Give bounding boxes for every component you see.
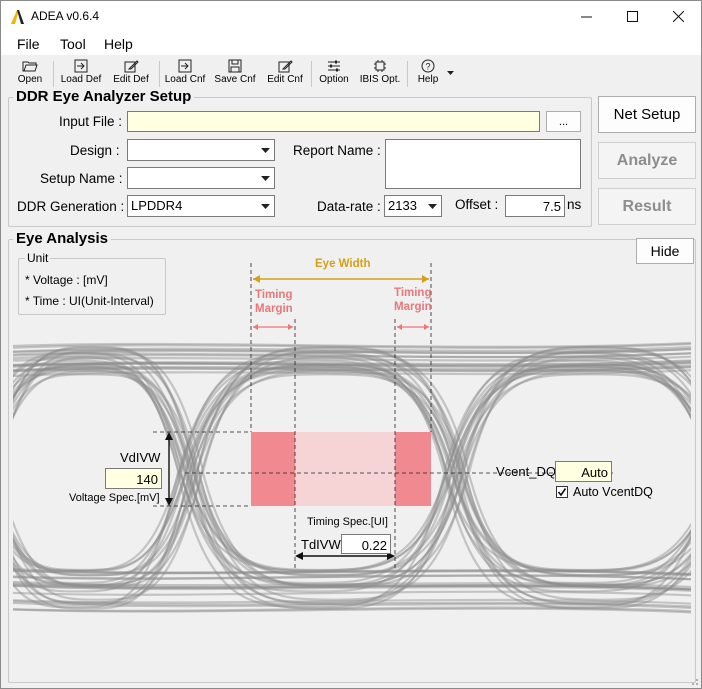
result-button[interactable]: Result	[598, 188, 696, 225]
load-icon	[178, 59, 192, 73]
voltage-spec-label: Voltage Spec.[mV]	[69, 492, 160, 504]
eye-trace	[13, 590, 691, 597]
edit-cnf-button[interactable]: Edit Cnf	[263, 59, 307, 89]
design-label: Design :	[70, 143, 120, 158]
browse-button[interactable]: ...	[546, 111, 581, 132]
ddr-generation-label: DDR Generation :	[17, 199, 125, 214]
title-bar: ADEA v0.6.4	[1, 1, 701, 33]
minimize-button[interactable]	[563, 1, 609, 31]
input-file-label: Input File :	[59, 114, 123, 129]
vcent-dq-label: Vcent_DQ	[496, 464, 556, 479]
toolbar: Open Load Def Edit Def Load Cnf Save Cnf…	[1, 57, 701, 89]
toolbar-separator	[311, 61, 312, 87]
ddr-generation-select[interactable]: LPDDR4	[127, 195, 275, 217]
load-def-button[interactable]: Load Def	[59, 59, 103, 89]
svg-text:?: ?	[425, 62, 430, 72]
toolbar-separator	[407, 61, 408, 87]
design-select[interactable]	[127, 139, 275, 161]
help-icon: ?	[421, 59, 435, 73]
maximize-button[interactable]	[609, 1, 655, 31]
menu-file[interactable]: File	[17, 36, 40, 52]
auto-vcentdq-checkbox[interactable]	[556, 486, 568, 498]
checkmark-icon	[557, 488, 567, 497]
maximize-icon	[626, 10, 638, 22]
folder-open-icon	[22, 61, 38, 72]
sliders-icon	[328, 60, 340, 72]
menu-bar: File Tool Help	[1, 33, 701, 55]
net-setup-button[interactable]: Net Setup	[598, 96, 696, 133]
data-rate-label: Data-rate :	[317, 199, 381, 214]
adea-logo-icon	[11, 10, 24, 24]
load-cnf-button[interactable]: Load Cnf	[163, 59, 207, 89]
data-rate-select[interactable]: 2133	[384, 195, 442, 217]
tdivw-field[interactable]: 0.22	[341, 534, 391, 554]
offset-label: Offset :	[455, 197, 499, 212]
analyze-button[interactable]: Analyze	[598, 142, 696, 179]
minimize-icon	[580, 16, 592, 17]
edit-icon	[124, 60, 139, 73]
tdivw-label: TdIVW	[301, 537, 341, 552]
window-title: ADEA v0.6.4	[31, 9, 100, 23]
timing-spec-label: Timing Spec.[UI]	[307, 516, 388, 528]
right-timing-margin-block	[395, 432, 431, 506]
ibis-opt-button[interactable]: IBIS Opt.	[357, 59, 403, 89]
resize-grip-icon[interactable]	[689, 676, 699, 686]
chevron-down-icon[interactable]	[447, 71, 454, 76]
eye-width-arrow	[253, 275, 429, 283]
option-button[interactable]: Option	[315, 59, 353, 89]
toolbar-separator	[159, 61, 160, 87]
close-button[interactable]	[655, 1, 701, 31]
chevron-down-icon	[258, 143, 272, 157]
load-icon	[74, 59, 88, 73]
eye-analysis-title: Eye Analysis	[13, 230, 111, 247]
menu-tool[interactable]: Tool	[60, 36, 86, 52]
menu-help[interactable]: Help	[104, 36, 133, 52]
toolbar-separator	[53, 61, 54, 87]
offset-field[interactable]: 7.5	[505, 195, 565, 217]
report-name-label: Report Name :	[293, 143, 381, 158]
timing-margin-right-label-2: Margin	[394, 301, 432, 313]
save-icon	[228, 59, 242, 73]
auto-vcentdq-label: Auto VcentDQ	[573, 485, 653, 499]
eye-width-label: Eye Width	[315, 258, 371, 270]
setup-group-title: DDR Eye Analyzer Setup	[13, 88, 195, 105]
vdivw-field[interactable]: 140	[105, 468, 162, 489]
vcent-dq-field[interactable]: Auto	[555, 461, 612, 482]
setup-name-label: Setup Name :	[40, 171, 123, 186]
timing-margin-left-label-2: Margin	[255, 303, 293, 315]
open-button[interactable]: Open	[15, 59, 45, 89]
help-button[interactable]: ? Help	[413, 59, 443, 89]
input-file-field[interactable]	[127, 111, 540, 132]
chevron-down-icon	[258, 199, 272, 213]
setup-name-select[interactable]	[127, 167, 275, 189]
timing-margin-right-label-1: Timing	[394, 287, 432, 299]
chevron-down-icon	[258, 171, 272, 185]
report-name-field[interactable]	[385, 139, 581, 189]
edit-icon	[278, 60, 293, 73]
close-icon	[672, 10, 684, 22]
eye-mask	[295, 432, 395, 506]
edit-def-button[interactable]: Edit Def	[109, 59, 153, 89]
chevron-down-icon	[425, 199, 439, 213]
vdivw-label: VdIVW	[120, 450, 161, 465]
eye-diagram	[13, 263, 691, 614]
left-timing-margin-block	[251, 432, 295, 506]
chip-icon	[374, 60, 386, 72]
app-window: ADEA v0.6.4 File Tool Help Open Load Def…	[0, 0, 702, 689]
save-cnf-button[interactable]: Save Cnf	[213, 59, 257, 89]
offset-unit: ns	[567, 197, 582, 212]
timing-margin-left-label-1: Timing	[255, 289, 293, 301]
